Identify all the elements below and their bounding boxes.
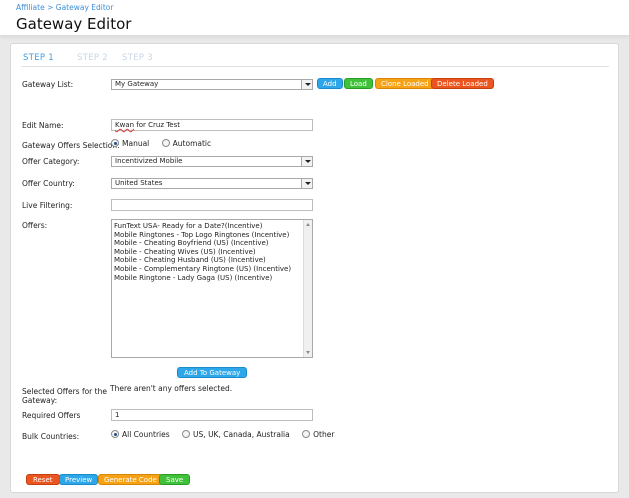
add-gateway-button[interactable]: Add [317, 78, 343, 89]
list-item[interactable]: Mobile Ringtone - Lady Gaga (US) (Incent… [114, 274, 310, 283]
scroll-up-icon[interactable] [306, 223, 310, 226]
gateway-list-value: My Gateway [115, 80, 159, 88]
offers-selection-radios: Manual Automatic [111, 139, 221, 148]
offer-category-select[interactable]: Incentivized Mobile [111, 156, 313, 167]
radio-manual-label: Manual [122, 139, 150, 148]
edit-name-input[interactable]: Kwan for Cruz Test [111, 119, 313, 131]
add-to-gateway-button[interactable]: Add To Gateway [177, 367, 248, 378]
bulk-countries-label: Bulk Countries: [22, 432, 80, 441]
radio-automatic-label: Automatic [172, 139, 212, 148]
list-item[interactable]: Mobile - Cheating Boyfriend (US) (Incent… [114, 239, 310, 248]
step-tabs: STEP 1 STEP 2 STEP 3 [21, 50, 609, 67]
offer-country-value: United States [115, 179, 163, 187]
selected-offers-label-line2: Gateway: [22, 396, 58, 405]
radio-all-countries-label: All Countries [122, 430, 170, 439]
live-filtering-label: Live Filtering: [22, 201, 73, 210]
tab-step-3[interactable]: STEP 3 [122, 53, 153, 63]
radio-unchecked-icon[interactable] [161, 139, 170, 147]
selected-offers-label-line1: Selected Offers for the [22, 387, 107, 396]
selected-offers-message: There aren't any offers selected. [110, 384, 233, 393]
list-item[interactable]: Mobile Ringtones - Top Logo Ringtones (I… [114, 231, 310, 240]
bulk-countries-radios: All Countries US, UK, Canada, Australia … [111, 430, 344, 439]
page-title: Gateway Editor [16, 15, 132, 33]
selected-offers-label: Selected Offers for the Gateway: [22, 387, 107, 405]
breadcrumb-separator: > [44, 3, 56, 12]
radio-unchecked-icon[interactable] [302, 430, 311, 438]
tab-step-2[interactable]: STEP 2 [77, 53, 108, 63]
offer-category-label: Offer Category: [22, 157, 80, 166]
delete-loaded-button[interactable]: Delete Loaded [431, 78, 494, 89]
tab-step-1[interactable]: STEP 1 [23, 53, 54, 63]
reset-button[interactable]: Reset [26, 474, 60, 485]
gateway-list-label: Gateway List: [22, 80, 74, 89]
preview-button[interactable]: Preview [59, 474, 99, 485]
offer-category-value: Incentivized Mobile [115, 157, 183, 165]
list-item[interactable]: FunText USA- Ready for a Date?(Incentive… [114, 222, 310, 231]
edit-name-value-suffix: for Cruz Test [134, 121, 181, 129]
radio-us-uk-canada-australia-label: US, UK, Canada, Australia [193, 430, 290, 439]
editor-panel: STEP 1 STEP 2 STEP 3 Gateway List: My Ga… [10, 43, 619, 493]
breadcrumb-current[interactable]: Gateway Editor [56, 3, 114, 12]
radio-us-uk-canada-australia[interactable]: US, UK, Canada, Australia [182, 430, 290, 439]
header-bar: Affiliate > Gateway Editor Gateway Edito… [0, 0, 629, 36]
chevron-down-icon [301, 157, 312, 166]
radio-checked-icon[interactable] [111, 139, 119, 147]
required-offers-input[interactable]: 1 [111, 409, 313, 421]
radio-automatic[interactable]: Automatic [161, 139, 212, 148]
offer-country-select[interactable]: United States [111, 178, 313, 189]
edit-name-label: Edit Name: [22, 121, 64, 130]
clone-loaded-button[interactable]: Clone Loaded [375, 78, 435, 89]
offer-country-label: Offer Country: [22, 179, 75, 188]
radio-other-label: Other [313, 430, 335, 439]
list-item[interactable]: Mobile - Cheating Husband (US) (Incentiv… [114, 256, 310, 265]
radio-all-countries[interactable]: All Countries [111, 430, 170, 439]
offers-scrollbar[interactable] [303, 220, 312, 357]
radio-manual[interactable]: Manual [111, 139, 149, 148]
breadcrumb-affiliate-link[interactable]: Affiliate [16, 3, 45, 12]
offers-label: Offers: [22, 221, 48, 230]
live-filtering-input[interactable] [111, 199, 313, 211]
breadcrumb: Affiliate > Gateway Editor [16, 3, 113, 12]
list-item[interactable]: Mobile - Complementary Ringtone (US) (In… [114, 265, 310, 274]
offers-listbox[interactable]: FunText USA- Ready for a Date?(Incentive… [111, 219, 313, 358]
generate-code-button[interactable]: Generate Code [98, 474, 163, 485]
chevron-down-icon [301, 80, 312, 89]
gateway-list-select[interactable]: My Gateway [111, 79, 313, 90]
radio-checked-icon[interactable] [111, 430, 119, 438]
required-offers-label: Required Offers [22, 411, 81, 420]
radio-unchecked-icon[interactable] [182, 430, 191, 438]
edit-name-value-prefix: Kwan [115, 121, 135, 129]
scroll-down-icon[interactable] [306, 351, 310, 354]
chevron-down-icon [301, 179, 312, 188]
save-button[interactable]: Save [159, 474, 191, 485]
load-gateway-button[interactable]: Load [344, 78, 373, 89]
list-item[interactable]: Mobile - Cheating Wives (US) (Incentive) [114, 248, 310, 257]
offers-selection-label: Gateway Offers Selection: [22, 141, 120, 150]
radio-other[interactable]: Other [302, 430, 334, 439]
